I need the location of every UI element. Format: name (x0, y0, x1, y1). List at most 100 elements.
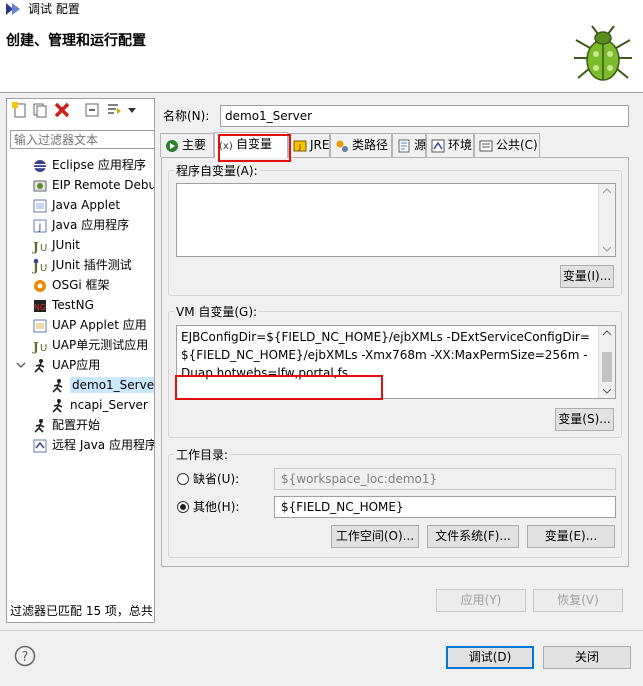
tab-common[interactable]: 公共(C) (474, 133, 540, 157)
tree-item-label: demo1_Serve (70, 377, 154, 393)
tree-item-label: UAP单元测试应用 (52, 338, 149, 352)
tree-item[interactable]: demo1_Serve (50, 375, 154, 395)
window-title: 调试 配置 (28, 2, 80, 16)
svg-text:U: U (40, 263, 47, 274)
default-dir-radio[interactable] (177, 473, 189, 485)
tree-item[interactable]: NG TestNG (32, 295, 94, 315)
tree-item-label: Eclipse 应用程序 (52, 158, 146, 172)
other-dir-radio[interactable] (177, 501, 189, 513)
classpath-tab-icon (336, 140, 348, 152)
default-dir-field: ${workspace_loc:demo1} (274, 468, 616, 490)
scroll-up-icon[interactable] (603, 330, 611, 336)
tree-item[interactable]: UAP应用 (16, 355, 101, 375)
collapse-all-icon[interactable] (84, 102, 100, 118)
vm-scroll-thumb[interactable] (602, 352, 612, 382)
tree-item-label: JUnit (52, 238, 80, 252)
tab-source[interactable]: 源 (392, 133, 426, 157)
close-button[interactable]: 关闭 (543, 646, 631, 669)
tree-item-label: 配置开始 (52, 418, 101, 432)
uap-applet-icon (33, 319, 47, 332)
remote-java-icon (33, 439, 47, 452)
scroll-down-icon[interactable] (603, 388, 611, 394)
tree-item-label: TestNG (52, 298, 94, 312)
tree-item[interactable]: J Java 应用程序 (32, 215, 129, 235)
testng-icon: NG (34, 299, 46, 312)
java-applet-icon (33, 199, 47, 212)
svg-text:J: J (32, 340, 39, 354)
tab-label: 自变量 (236, 137, 273, 151)
tree-item-label: UAP Applet 应用 (52, 318, 147, 332)
duplicate-config-icon[interactable] (32, 102, 48, 118)
delete-config-icon[interactable] (54, 102, 70, 118)
tree-item-label: ncapi_Server (70, 398, 148, 412)
common-tab-icon (479, 140, 493, 151)
tree-item[interactable]: 远程 Java 应用程序 (32, 435, 154, 455)
tab-jre[interactable]: J JRE (288, 133, 330, 157)
new-config-icon[interactable] (12, 102, 28, 118)
tree-item-label: JUnit 插件测试 (52, 258, 132, 272)
tree-item[interactable]: ncapi_Server (50, 395, 148, 415)
tree-item[interactable]: J U UAP单元测试应用 (32, 335, 148, 355)
apply-button[interactable]: 应用(Y) (436, 589, 526, 612)
uap-unit-test-icon: JU (32, 340, 47, 354)
tree-item-label: EIP Remote Debu (52, 178, 154, 192)
tree-item-label: OSGi 框架 (52, 278, 110, 292)
program-args-scrollbar[interactable] (598, 184, 615, 256)
name-field[interactable]: demo1_Server (220, 105, 629, 127)
runner-icon (52, 398, 63, 413)
debug-button[interactable]: 调试(D) (446, 646, 534, 669)
tab-environment[interactable]: 环境 (426, 133, 474, 157)
scroll-up-icon[interactable] (603, 188, 611, 194)
chevron-down-icon[interactable] (127, 102, 137, 118)
environment-tab-icon (431, 139, 445, 152)
tab-arguments[interactable]: (x)=自变量 (214, 132, 288, 158)
workspace-button[interactable]: 工作空间(O)... (331, 525, 419, 548)
svg-text:U: U (40, 243, 47, 254)
other-dir-field[interactable]: ${FIELD_NC_HOME} (274, 496, 616, 518)
svg-text:NG: NG (34, 303, 46, 312)
tab-main[interactable]: 主要 (160, 133, 214, 157)
uap-app-icon (34, 358, 45, 373)
java-application-icon: J (33, 219, 47, 233)
jre-tab-icon: J (293, 140, 307, 151)
scroll-down-icon[interactable] (603, 246, 611, 252)
working-dir-variables-button[interactable]: 变量(E)... (527, 525, 615, 548)
tree-item[interactable]: J U JUnit (32, 235, 80, 255)
tree-item-label: UAP应用 (52, 358, 101, 372)
program-args-label: 程序自变量(A): (174, 163, 260, 179)
header-title: 创建、管理和运行配置 (6, 33, 146, 49)
filter-icon[interactable] (106, 102, 122, 118)
main-tab-icon (166, 139, 178, 152)
svg-text:J: J (32, 240, 39, 254)
program-variables-button[interactable]: 变量(I)... (560, 265, 614, 288)
tree-item[interactable]: J U JUnit 插件测试 (32, 255, 132, 275)
expand-chevron-icon[interactable] (16, 360, 26, 370)
filesystem-button[interactable]: 文件系统(F)... (427, 525, 519, 548)
tree-item[interactable]: OSGi 框架 (32, 275, 110, 295)
svg-text:J: J (298, 143, 301, 151)
junit-plugin-icon: JU (32, 258, 47, 274)
tab-label: 主要 (182, 138, 207, 152)
arguments-tab-icon: (x)= (219, 141, 233, 152)
tree-item[interactable]: Eclipse 应用程序 (32, 155, 146, 175)
tab-classpath[interactable]: 类路径 (330, 133, 392, 157)
tree-item[interactable]: EIP Remote Debu (32, 175, 154, 195)
vm-variables-button[interactable]: 变量(S)... (555, 408, 614, 431)
vm-args-label: VM 自变量(G): (174, 304, 260, 320)
runner-icon (52, 378, 63, 393)
tree-item[interactable]: 配置开始 (32, 415, 100, 435)
tree-item[interactable]: UAP Applet 应用 (32, 315, 147, 335)
left-toolbar (6, 98, 155, 122)
vm-args-textarea[interactable]: Dnc.runMode=develop -Dnc.server.location… (176, 325, 616, 399)
tree-item-label: 远程 Java 应用程序 (52, 438, 154, 452)
filter-input[interactable] (10, 130, 155, 149)
vm-args-scrollbar[interactable] (598, 326, 615, 398)
program-args-textarea[interactable] (176, 183, 616, 257)
eip-remote-debug-icon (33, 180, 47, 191)
tree-item[interactable]: Java Applet (32, 195, 120, 215)
tab-label: 公共(C) (496, 138, 538, 152)
configuration-tree: Eclipse 应用程序 EIP Remote Debu Java Applet J J… (10, 155, 154, 595)
revert-button[interactable]: 恢复(V) (533, 589, 623, 612)
help-icon[interactable]: ? (14, 645, 36, 667)
tab-label: 源 (414, 138, 427, 152)
